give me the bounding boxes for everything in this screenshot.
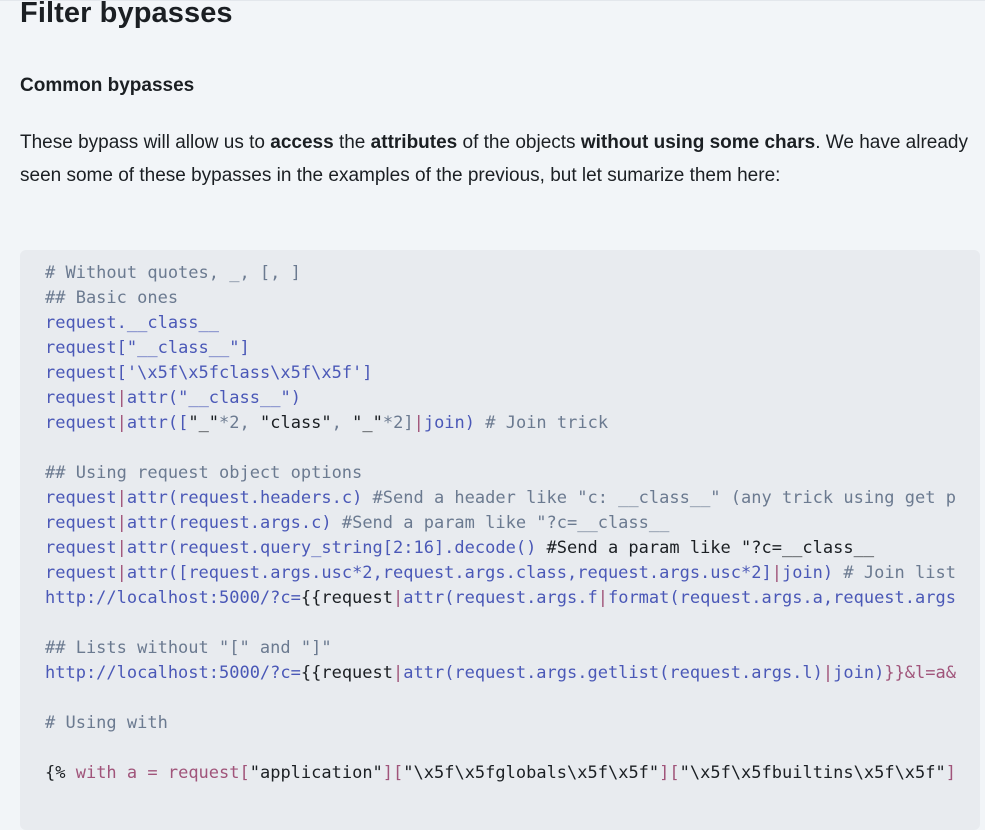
- code-token: ]: [239, 338, 250, 358]
- code-token: join): [833, 663, 885, 683]
- code-token: format(request.args.a,request.args: [607, 588, 956, 608]
- intro-text-1: These bypass will allow us to: [20, 132, 271, 153]
- code-token: *2,: [219, 413, 260, 433]
- code-token: join): [781, 563, 844, 583]
- code-token: request: [45, 513, 117, 533]
- code-operator: |: [116, 413, 127, 433]
- code-token: attr(request.args.getlist(request.args.l…: [403, 663, 823, 683]
- code-comment: ## Using request object options: [45, 463, 363, 483]
- code-operator: |: [413, 413, 424, 433]
- intro-text-2: the: [333, 132, 371, 153]
- code-token: request: [45, 563, 117, 583]
- code-string: "__class__": [126, 338, 240, 358]
- code-token: {{request: [300, 663, 393, 683]
- code-token: *2]: [382, 413, 414, 433]
- code-comment: ## Lists without "[" and "]": [45, 638, 332, 658]
- code-token: request: [45, 538, 117, 558]
- code-string: '\x5f\x5fclass\x5f\x5f': [126, 363, 363, 383]
- section-heading: Common bypasses: [20, 75, 195, 96]
- code-token: }}&l=a&: [884, 663, 956, 683]
- code-operator: |: [822, 663, 834, 683]
- code-token: attr(request.query_string[2:16].decode(): [126, 538, 547, 558]
- code-operator: |: [116, 513, 127, 533]
- code-token: request[: [167, 763, 250, 783]
- code-comment: # Using with: [45, 713, 168, 733]
- code-token: ): [290, 388, 301, 408]
- code-comment: #Send a param like "?c=__class__: [341, 513, 670, 533]
- code-operator: |: [116, 563, 127, 583]
- code-token: request[: [45, 363, 127, 383]
- code-token: attr([request.args.usc*2,request.args.cl…: [126, 563, 772, 583]
- intro-text-3: of the objects: [457, 132, 581, 153]
- code-token: attr(request.headers.c): [126, 488, 373, 508]
- code-token: ][: [382, 763, 404, 783]
- code-comment: #Send a header like "c: __class__" (any …: [372, 488, 956, 508]
- code-comment: # Join trick: [485, 413, 609, 433]
- code-string: "class": [260, 413, 332, 433]
- code-token: attr(request.args.c): [126, 513, 342, 533]
- code-token: request: [45, 388, 117, 408]
- code-token: attr([: [126, 413, 189, 433]
- code-operator: |: [116, 388, 127, 408]
- code-operator: |: [597, 588, 608, 608]
- code-comment: #Send a param like "?c=__class__: [546, 538, 875, 558]
- code-operator: |: [116, 538, 127, 558]
- intro-bold-without-chars: without using some chars: [580, 132, 816, 153]
- code-operator: |: [771, 563, 782, 583]
- code-block[interactable]: # Without quotes, _, [, ] ## Basic ones …: [20, 250, 980, 830]
- code-token: ,: [331, 413, 353, 433]
- intro-bold-access: access: [270, 132, 334, 153]
- code-token: request: [45, 488, 117, 508]
- code-token: request.__class__: [45, 313, 219, 333]
- code-token: join): [423, 413, 486, 433]
- code-string: "_": [188, 413, 220, 433]
- code-string: "_": [352, 413, 383, 433]
- code-token: attr(request.args.f: [403, 588, 598, 608]
- code-token: http://localhost:5000/?c=: [45, 588, 301, 608]
- code-token: {%: [45, 763, 66, 783]
- code-comment: ## Basic ones: [45, 288, 179, 308]
- code-token: ]: [362, 363, 373, 383]
- intro-paragraph: These bypass will allow us to access the…: [20, 126, 970, 192]
- code-string: "\x5f\x5fglobals\x5f\x5f": [403, 763, 660, 783]
- code-token: attr(: [126, 388, 179, 408]
- code-keyword: with a =: [65, 763, 168, 783]
- code-comment: # Join list: [843, 563, 956, 583]
- code-token: request: [45, 413, 117, 433]
- code-string: "\x5f\x5fbuiltins\x5f\x5f": [679, 763, 946, 783]
- code-token: ][: [659, 763, 680, 783]
- intro-bold-attributes: attributes: [370, 132, 458, 153]
- code-token: {{request: [300, 588, 393, 608]
- code-token: http://localhost:5000/?c=: [45, 663, 301, 683]
- page-title: Filter bypasses: [20, 0, 233, 29]
- code-token: request[: [45, 338, 127, 358]
- code-operator: |: [393, 588, 404, 608]
- code-content[interactable]: # Without quotes, _, [, ] ## Basic ones …: [45, 261, 956, 786]
- code-comment: # Without quotes, _, [, ]: [45, 263, 301, 283]
- code-string: "application": [249, 763, 383, 783]
- code-token: ]: [945, 763, 956, 783]
- code-string: "__class__": [178, 388, 291, 408]
- code-operator: |: [116, 488, 127, 508]
- code-operator: |: [393, 663, 404, 683]
